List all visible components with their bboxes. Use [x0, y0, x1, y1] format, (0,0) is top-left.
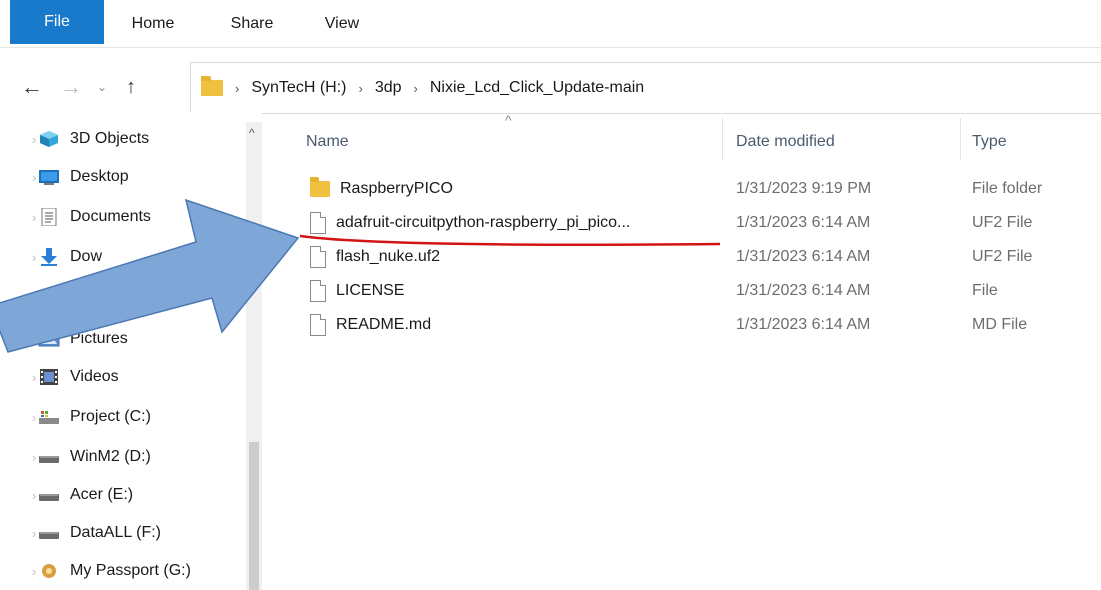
blue-arrow-annotation	[0, 198, 300, 353]
